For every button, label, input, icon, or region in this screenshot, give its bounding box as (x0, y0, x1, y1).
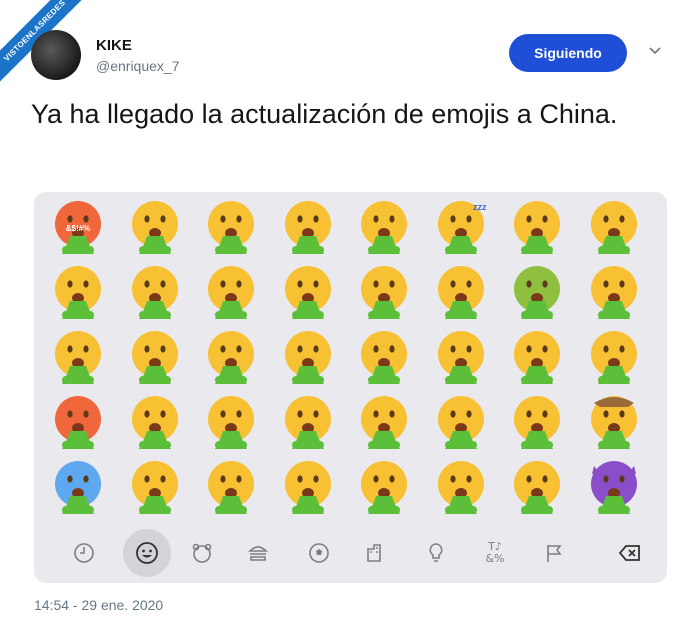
emoji-money-vomit[interactable] (588, 330, 640, 386)
emoji-neutral-vomit[interactable] (282, 330, 334, 386)
emoji-thermometer-vomit[interactable] (588, 200, 640, 256)
emoji-vomit[interactable] (358, 200, 410, 256)
burger-icon[interactable] (238, 533, 278, 573)
emoji-vomit[interactable] (282, 265, 334, 321)
emoji-grimace-vomit[interactable] (282, 395, 334, 451)
emoji-vomit[interactable] (358, 395, 410, 451)
soccer-ball-icon[interactable] (299, 533, 339, 573)
delete-icon[interactable] (610, 533, 650, 573)
emoji-downcast-sweat-vomit[interactable] (129, 460, 181, 516)
emoji-anxious-vomit[interactable] (129, 330, 181, 386)
emoji-rolling-eyes-vomit[interactable] (282, 460, 334, 516)
emoji-sad-tear-vomit[interactable] (435, 330, 487, 386)
emoji-vomit[interactable] (282, 200, 334, 256)
emoji-flushed-vomit[interactable] (52, 330, 104, 386)
emoji-vomit[interactable] (358, 265, 410, 321)
tweet-timestamp[interactable]: 14:54 - 29 ene. 2020 (34, 597, 163, 613)
emoji-exploding-vomit[interactable] (52, 265, 104, 321)
emoji-freezing-vomit[interactable] (52, 460, 104, 516)
emoji-zipper-vomit[interactable] (205, 395, 257, 451)
zzz-text: zzz (473, 202, 487, 212)
emoji-cowboy-vomit[interactable] (588, 395, 640, 451)
emoji-x-eyes-vomit[interactable] (435, 395, 487, 451)
avatar[interactable] (31, 30, 81, 80)
tweet-text: Ya ha llegado la actualización de emojis… (31, 99, 618, 129)
emoji-dizzy-vomit[interactable] (511, 330, 563, 386)
city-icon[interactable] (355, 533, 395, 573)
emoji-vomit[interactable] (358, 460, 410, 516)
lightbulb-icon[interactable] (416, 533, 456, 573)
tweet-media[interactable]: &$!#% zzz T♪ &% (34, 192, 667, 583)
bear-icon[interactable] (182, 533, 222, 573)
emoji-hand-over-mouth-vomit[interactable] (205, 330, 257, 386)
keyboard-toolbar: T♪ &% (34, 527, 667, 577)
emoji-pouting-vomit[interactable] (52, 395, 104, 451)
clock-icon[interactable] (64, 533, 104, 573)
symbols-icon[interactable]: T♪ &% (475, 533, 515, 573)
emoji-bandage-vomit[interactable] (588, 265, 640, 321)
emoji-sneeze-vomit[interactable] (511, 395, 563, 451)
emoji-nauseated-vomit[interactable] (511, 265, 563, 321)
emoji-lying-vomit[interactable] (205, 460, 257, 516)
emoji-angry-grawlix[interactable]: &$!#% (52, 200, 104, 256)
grawlix-text: &$!#% (66, 224, 90, 233)
emoji-vomit-hands[interactable] (205, 200, 257, 256)
following-button[interactable]: Siguiendo (509, 34, 627, 72)
emoji-worried-sweat-vomit[interactable] (129, 395, 181, 451)
chevron-down-icon[interactable] (648, 44, 662, 58)
author-handle[interactable]: @enriquex_7 (96, 58, 180, 74)
emoji-relieved-vomit[interactable] (435, 265, 487, 321)
emoji-zipper-mouth-vomit[interactable] (435, 460, 487, 516)
emoji-mask-vomit[interactable] (511, 460, 563, 516)
emoji-devil-vomit[interactable] (588, 460, 640, 516)
emoji-tongue-vomit[interactable] (205, 265, 257, 321)
author-name[interactable]: KIKE (96, 37, 132, 54)
flag-icon[interactable] (534, 533, 574, 573)
emoji-screaming[interactable] (129, 200, 181, 256)
emoji-cold-sweat-vomit[interactable] (129, 265, 181, 321)
smiley-icon[interactable] (123, 529, 171, 577)
emoji-vomit[interactable] (358, 330, 410, 386)
emoji-drooling-vomit[interactable] (511, 200, 563, 256)
emoji-sleeping-vomit[interactable]: zzz (435, 200, 487, 256)
